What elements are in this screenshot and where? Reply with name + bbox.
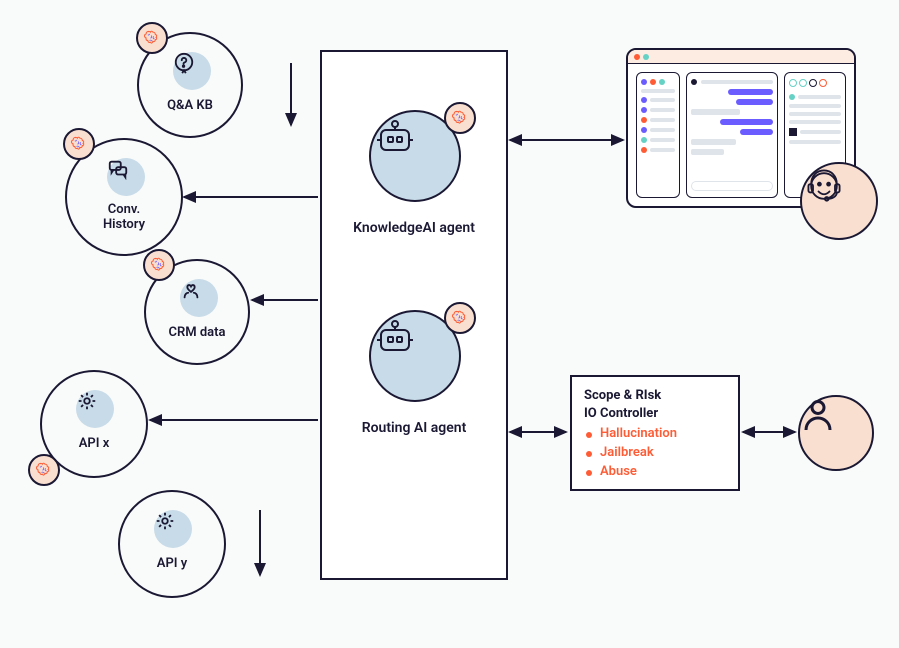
risk-item: Abuse bbox=[584, 464, 726, 479]
question-icon bbox=[173, 52, 195, 74]
brain-badge-icon bbox=[143, 249, 175, 281]
window-traffic-lights bbox=[628, 50, 854, 64]
api-x-label: API x bbox=[42, 436, 146, 451]
headset-icon bbox=[802, 164, 846, 208]
risk-item: Hallucination bbox=[584, 426, 726, 441]
agent-box: KnowledgeAI agent Routing AI agent bbox=[320, 50, 508, 580]
brain-badge-icon bbox=[444, 102, 476, 134]
api-y-label: API y bbox=[120, 556, 224, 571]
hands-heart-icon bbox=[180, 279, 202, 301]
robot-icon bbox=[371, 112, 419, 160]
qa-kb-label: Q&A KB bbox=[139, 98, 241, 113]
brain-badge-icon bbox=[28, 454, 60, 486]
gear-icon bbox=[154, 510, 176, 532]
node-api-y: API y bbox=[118, 490, 226, 598]
chat-icon bbox=[107, 158, 129, 180]
person-icon bbox=[800, 397, 836, 433]
end-user-avatar bbox=[798, 395, 874, 471]
crm-data-label: CRM data bbox=[146, 325, 248, 340]
brain-badge-icon bbox=[63, 128, 95, 160]
panel-mid bbox=[686, 72, 778, 198]
operator-avatar bbox=[800, 162, 878, 240]
risk-title: Scope & RIsk IO Controller bbox=[584, 387, 726, 422]
risk-box: Scope & RIsk IO Controller Hallucination… bbox=[570, 375, 740, 491]
conv-history-label: Conv. History bbox=[67, 202, 181, 232]
risk-item: Jailbreak bbox=[584, 445, 726, 460]
robot-icon bbox=[371, 312, 419, 360]
panel-left bbox=[636, 72, 680, 198]
brain-badge-icon bbox=[444, 302, 476, 334]
gear-icon bbox=[76, 390, 98, 412]
brain-badge-icon bbox=[136, 22, 168, 54]
agent-knowledge-label: KnowledgeAI agent bbox=[322, 220, 506, 236]
agent-routing-label: Routing AI agent bbox=[322, 420, 506, 436]
